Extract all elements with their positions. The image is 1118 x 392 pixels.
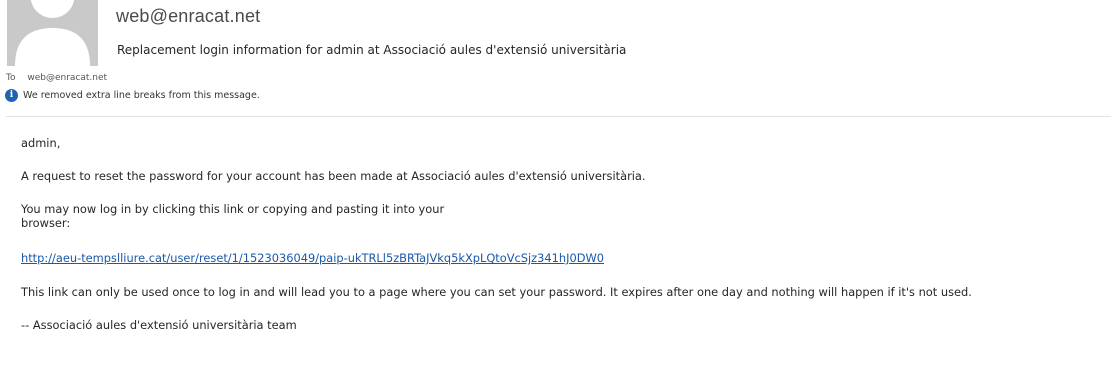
reset-password-link[interactable]: http://aeu-tempslliure.cat/user/reset/1/… — [21, 251, 604, 265]
message-body: admin, A request to reset the password f… — [0, 0, 1118, 392]
instruction-text-line2: browser: — [21, 216, 71, 230]
request-text: A request to reset the password for your… — [21, 169, 646, 183]
instruction-text-line1: You may now log in by clicking this link… — [21, 202, 445, 216]
greeting-text: admin, — [21, 136, 61, 150]
expiry-text: This link can only be used once to log i… — [21, 285, 972, 299]
signature-text: -- Associació aules d'extensió universit… — [21, 318, 297, 332]
